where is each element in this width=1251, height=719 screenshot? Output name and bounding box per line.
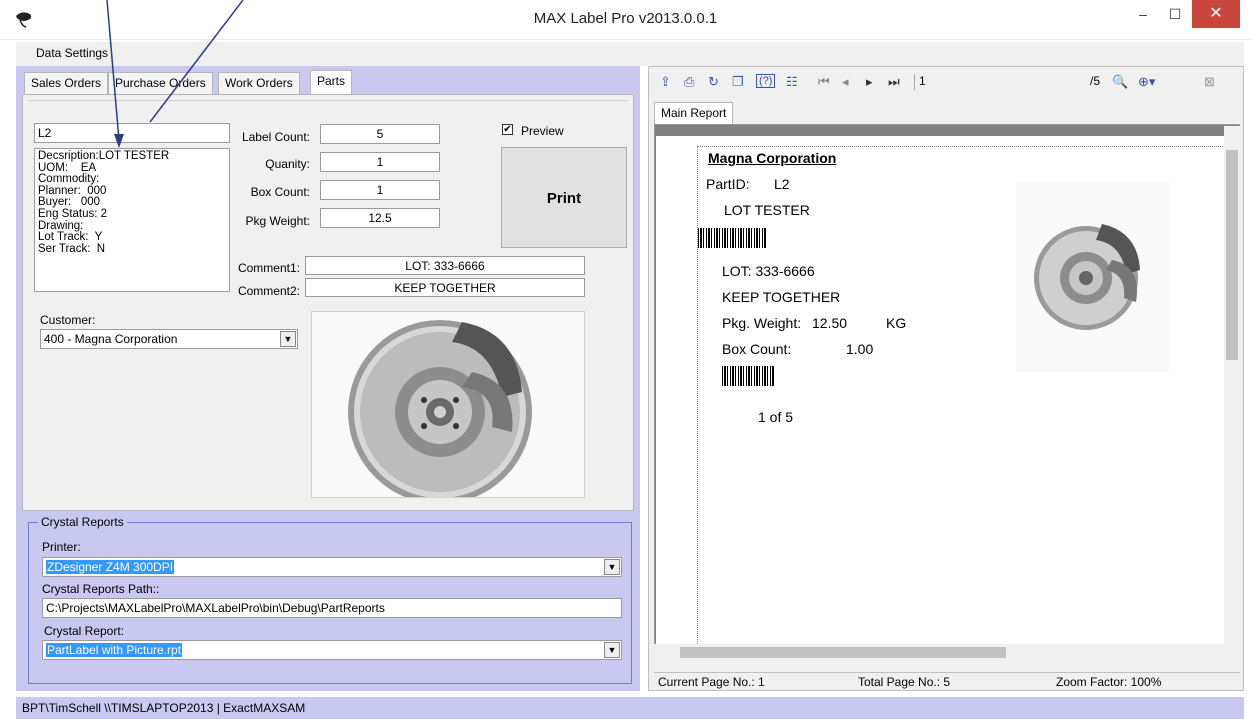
status-bar: BPT\TimSchell \\TIMSLAPTOP2013 | ExactMA… bbox=[16, 697, 1244, 719]
maximize-button[interactable]: ☐ bbox=[1160, 0, 1190, 28]
chevron-down-icon[interactable]: ▼ bbox=[604, 642, 620, 658]
print-icon[interactable]: ⎙ bbox=[684, 74, 694, 90]
pkg-weight-input[interactable] bbox=[320, 208, 440, 228]
printer-select[interactable]: ZDesigner Z4M 300DPI ▼ bbox=[42, 557, 622, 577]
help-icon[interactable]: (?) bbox=[756, 74, 776, 88]
printer-label: Printer: bbox=[42, 540, 81, 554]
close-button[interactable]: ✕ bbox=[1192, 0, 1240, 28]
print-button[interactable]: Print bbox=[501, 147, 627, 248]
export-icon[interactable]: ⇪ bbox=[660, 74, 671, 90]
report-page-of: 1 of 5 bbox=[758, 409, 794, 425]
menu-data-settings[interactable]: Data Settings bbox=[36, 46, 108, 60]
copy-icon[interactable]: ❐ bbox=[732, 74, 744, 90]
description-line: Ser Track: N bbox=[38, 242, 106, 255]
comment1-input[interactable] bbox=[305, 256, 585, 275]
tab-main-report[interactable]: Main Report bbox=[654, 102, 734, 124]
divider bbox=[28, 100, 628, 101]
prev-page-icon[interactable]: ◂ bbox=[842, 74, 849, 90]
vertical-scroll-thumb[interactable] bbox=[1226, 150, 1238, 360]
chevron-down-icon[interactable]: ▼ bbox=[280, 331, 296, 347]
tab-work-orders[interactable]: Work Orders bbox=[218, 72, 300, 94]
part-id-input[interactable] bbox=[34, 123, 230, 143]
report-description: LOT TESTER bbox=[724, 202, 810, 218]
tab-purchase-orders[interactable]: Purchase Orders bbox=[108, 72, 213, 94]
preview-label: Preview bbox=[521, 124, 564, 138]
part-picture bbox=[311, 311, 585, 498]
chevron-down-icon[interactable]: ▼ bbox=[604, 559, 620, 575]
first-page-icon[interactable]: ⏮ bbox=[818, 74, 830, 90]
report-box-count: 1.00 bbox=[846, 341, 874, 357]
report-brake-image bbox=[1016, 182, 1170, 372]
customer-value: 400 - Magna Corporation bbox=[44, 332, 178, 346]
next-page-icon[interactable]: ▸ bbox=[866, 74, 873, 90]
viewer-status-bar: Current Page No.: 1 Total Page No.: 5 Zo… bbox=[654, 672, 1240, 690]
pkg-weight-label: Pkg Weight: bbox=[245, 214, 310, 228]
report-partid-label: PartID: bbox=[706, 176, 750, 192]
zoom-icon[interactable]: ⊕▾ bbox=[1138, 74, 1155, 90]
refresh-icon[interactable]: ↻ bbox=[708, 74, 719, 90]
crystal-report-label: Crystal Report: bbox=[44, 624, 125, 638]
report-note: KEEP TOGETHER bbox=[722, 289, 841, 305]
minimize-button[interactable]: – bbox=[1128, 0, 1158, 28]
quantity-input[interactable] bbox=[320, 152, 440, 172]
report-pkg-weight-label: Pkg. Weight: bbox=[722, 315, 802, 331]
close-view-icon[interactable]: ⊠ bbox=[1204, 74, 1215, 90]
description-line: Eng Status: 2 bbox=[38, 207, 108, 220]
label-count-input[interactable] bbox=[320, 124, 440, 144]
brake-disc-image bbox=[312, 312, 584, 497]
description-line: Lot Track: Y bbox=[38, 231, 103, 244]
comment2-input[interactable] bbox=[305, 278, 585, 297]
report-partid: L2 bbox=[774, 176, 790, 192]
quantity-label: Quanity: bbox=[265, 157, 310, 171]
comment2-label: Comment2: bbox=[237, 284, 300, 298]
page-number-input[interactable]: 1 bbox=[914, 74, 1022, 90]
reports-path-input[interactable] bbox=[42, 598, 622, 618]
printer-value: ZDesigner Z4M 300DPI bbox=[46, 560, 175, 574]
tab-parts[interactable]: Parts bbox=[310, 70, 353, 94]
customer-select[interactable]: 400 - Magna Corporation ▼ bbox=[40, 329, 298, 349]
tab-strip: Sales Orders Purchase Orders Work Orders… bbox=[22, 70, 634, 94]
comment1-label: Comment1: bbox=[237, 261, 300, 275]
last-page-icon[interactable]: ⏭ bbox=[888, 74, 900, 90]
window-title: MAX Label Pro v2013.0.0.1 bbox=[533, 10, 718, 27]
report-pkg-weight-unit: KG bbox=[886, 315, 907, 331]
report-box-count-label: Box Count: bbox=[722, 341, 792, 357]
report-company: Magna Corporation bbox=[708, 150, 837, 166]
viewer-toolbar: ⇪ ⎙ ↻ ❐ (?) ☷ ⏮ ◂ ▸ ⏭ 1 /5 🔍 ⊕▾ ⊠ bbox=[652, 70, 1240, 96]
reports-path-label: Crystal Reports Path:: bbox=[42, 582, 160, 596]
box-count-label: Box Count: bbox=[250, 185, 310, 199]
customer-label: Customer: bbox=[40, 313, 96, 327]
zoom-status: Zoom Factor: 100% bbox=[1056, 675, 1162, 689]
total-pages-status: Total Page No.: 5 bbox=[858, 675, 951, 689]
current-page-status: Current Page No.: 1 bbox=[658, 675, 765, 689]
report-lot: LOT: 333-6666 bbox=[722, 263, 815, 279]
part-description-box: Decsription:LOT TESTER UOM: EA Commodity… bbox=[34, 148, 230, 292]
report-pkg-weight: 12.50 bbox=[812, 315, 848, 331]
crystal-reports-title: Crystal Reports bbox=[38, 515, 127, 529]
tab-sales-orders[interactable]: Sales Orders bbox=[24, 72, 109, 94]
horizontal-scroll-thumb[interactable] bbox=[680, 647, 1006, 658]
crystal-report-value: PartLabel with Picture.rpt bbox=[46, 643, 183, 657]
box-count-input[interactable] bbox=[320, 180, 440, 200]
crystal-report-select[interactable]: PartLabel with Picture.rpt ▼ bbox=[42, 640, 622, 660]
barcode-box bbox=[722, 366, 774, 386]
group-tree-icon[interactable]: ☷ bbox=[786, 74, 798, 90]
menu-bar: Data Settings bbox=[16, 42, 1244, 66]
preview-checkbox[interactable]: ✔ bbox=[502, 124, 513, 135]
description-line: Decsription:LOT TESTER bbox=[38, 150, 170, 162]
search-icon[interactable]: 🔍 bbox=[1112, 74, 1128, 90]
barcode-part bbox=[698, 228, 766, 248]
page-total: /5 bbox=[1090, 74, 1101, 88]
label-count-label: Label Count: bbox=[241, 130, 310, 144]
